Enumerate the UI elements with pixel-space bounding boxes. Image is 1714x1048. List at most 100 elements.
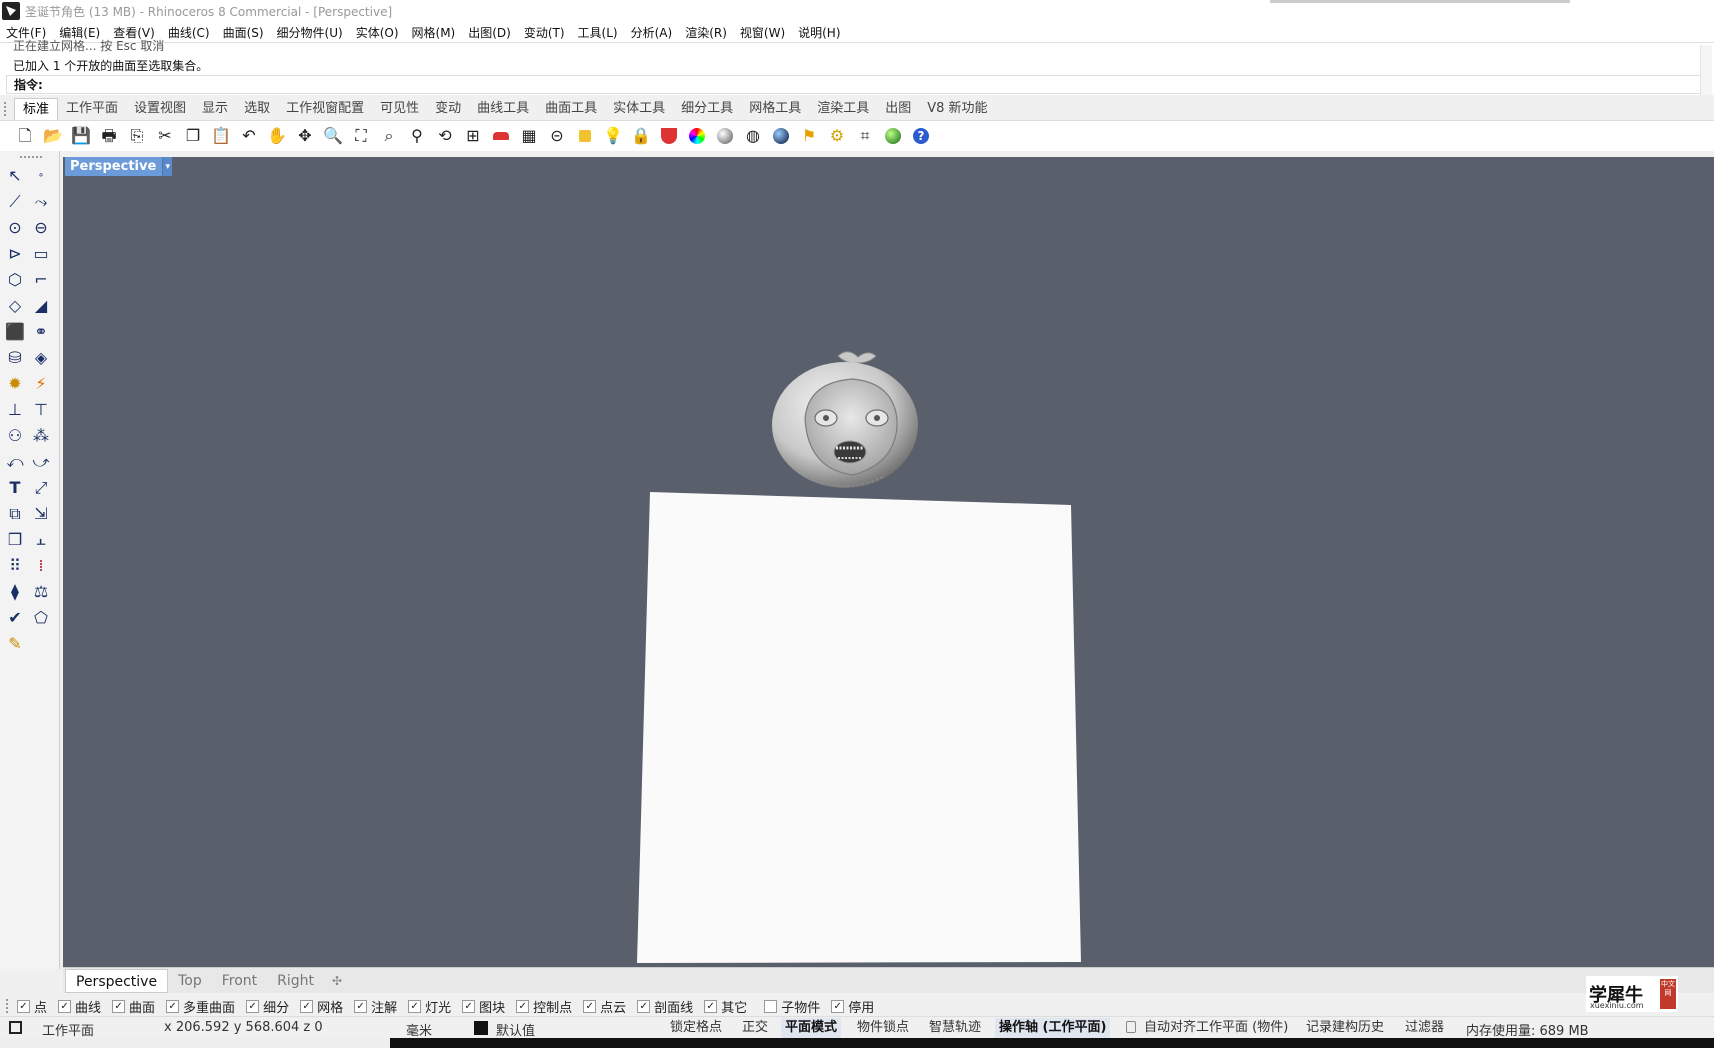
object-properties-icon[interactable] [574, 125, 596, 147]
rectangle-icon[interactable]: ▭ [30, 243, 52, 265]
left-toolbar-grip[interactable] [20, 156, 42, 159]
box-icon[interactable]: ⬛ [4, 321, 26, 343]
help-icon[interactable]: ? [910, 125, 932, 147]
status-units[interactable]: 毫米 [406, 1020, 432, 1039]
globe-icon[interactable] [882, 125, 904, 147]
solid-box-icon[interactable]: ❒ [4, 529, 26, 551]
osnap-hatch[interactable]: ✓ 剖面线 [637, 997, 693, 1016]
options-gear-icon[interactable]: ⚙ [826, 125, 848, 147]
tab-curve-tools[interactable]: 曲线工具 [469, 98, 537, 120]
osnap-point[interactable]: ✓ 点 [17, 997, 47, 1016]
point-icon[interactable]: ∘ [30, 165, 52, 187]
osnap-annotation[interactable]: ✓ 注解 [354, 997, 397, 1016]
tab-standard[interactable]: 标准 [14, 98, 59, 120]
menu-render[interactable]: 渲染(R) [685, 24, 727, 41]
color-wheel-icon[interactable] [686, 125, 708, 147]
new-icon[interactable]: 🗋 [14, 125, 36, 147]
planar-button[interactable]: 平面模式 [781, 1018, 842, 1038]
tab-display[interactable]: 显示 [194, 98, 236, 120]
split-icon[interactable]: ⊤ [30, 399, 52, 421]
snap-grid-icon[interactable]: ⌗ [854, 125, 876, 147]
menu-surface[interactable]: 曲面(S) [223, 24, 264, 41]
grid-snap-button[interactable]: 锁定格点 [666, 1018, 726, 1038]
checkbox[interactable]: ✓ [58, 999, 72, 1013]
viewport-title-tab[interactable]: Perspective ▾ [65, 157, 173, 176]
pan-icon[interactable]: ✋ [266, 125, 288, 147]
tab-mesh-tools[interactable]: 网格工具 [741, 98, 809, 120]
menu-subd[interactable]: 细分物件(U) [277, 24, 343, 41]
tab-solid-tools[interactable]: 实体工具 [605, 98, 673, 120]
print-icon[interactable]: 🖶 [98, 125, 120, 147]
group-icon[interactable]: ⁂ [30, 425, 52, 447]
arc-icon[interactable]: ⊳ [4, 243, 26, 265]
layer-color-swatch[interactable] [474, 1021, 488, 1035]
tab-surface-tools[interactable]: 曲面工具 [537, 98, 605, 120]
osnap-other[interactable]: ✓ 其它 [704, 997, 747, 1016]
polyline-icon[interactable]: ⟋ [4, 191, 26, 213]
perspective-viewport[interactable]: Perspective ▾ [63, 157, 1714, 967]
ellipse-icon[interactable]: ⊖ [30, 217, 52, 239]
curve-from-object-icon[interactable]: ⁞ [30, 555, 52, 577]
trim-icon[interactable]: ⊥ [4, 399, 26, 421]
add-viewport-tab-icon[interactable]: ✣ [332, 974, 342, 988]
transform-icon[interactable]: ⇲ [30, 503, 52, 525]
text-icon[interactable]: T [4, 477, 26, 499]
four-viewports-icon[interactable]: ⊞ [462, 125, 484, 147]
render-sphere-icon[interactable] [770, 125, 792, 147]
cut-icon[interactable]: ✂ [154, 125, 176, 147]
layer-icon[interactable] [658, 125, 680, 147]
osnap-control-point[interactable]: ✓ 控制点 [516, 997, 572, 1016]
menu-transform[interactable]: 变动(T) [524, 24, 565, 41]
osnap-curve[interactable]: ✓ 曲线 [58, 997, 101, 1016]
match-properties-icon[interactable]: ✎ [4, 633, 26, 655]
checkbox[interactable]: ✓ [516, 999, 530, 1013]
fillet-curve-icon[interactable]: ⌐ [30, 269, 52, 291]
join-icon[interactable]: ⚇ [4, 425, 26, 447]
undo-icon[interactable]: ↶ [238, 125, 260, 147]
polygon-icon[interactable]: ⬡ [4, 269, 26, 291]
spheres-icon[interactable]: ⚭ [30, 321, 52, 343]
checkbox[interactable]: ✓ [166, 999, 180, 1013]
checkbox[interactable]: ✓ [583, 999, 597, 1013]
lock-icon[interactable] [1126, 1021, 1136, 1033]
select-arrow-icon[interactable]: ↖ [4, 165, 26, 187]
rhino-app-icon[interactable] [2, 2, 20, 20]
checkbox[interactable]: ✓ [246, 999, 260, 1013]
tab-transform[interactable]: 变动 [427, 98, 469, 120]
command-input[interactable] [46, 77, 1647, 92]
osnap-disable[interactable]: ✓ 停用 [831, 997, 874, 1016]
array-grid-icon[interactable]: ⠿ [4, 555, 26, 577]
rebuild-icon[interactable]: ⬠ [30, 607, 52, 629]
dimension-icon[interactable]: ⤢ [30, 477, 52, 499]
explode-icon[interactable]: ✹ [4, 373, 26, 395]
menu-help[interactable]: 说明(H) [798, 24, 840, 41]
checkbox[interactable]: ✓ [354, 999, 368, 1013]
offset-icon[interactable]: ⤻ [30, 451, 52, 473]
surface-corners-icon[interactable]: ◇ [4, 295, 26, 317]
curve-cv-icon[interactable]: ⤳ [30, 191, 52, 213]
checkbox[interactable]: ✓ [408, 999, 422, 1013]
toolbar-grip[interactable] [4, 102, 7, 116]
light-icon[interactable]: 💡 [602, 125, 624, 147]
zoom-selected-icon[interactable]: ⚲ [406, 125, 428, 147]
zoom-dynamic-icon[interactable]: 🔍 [322, 125, 344, 147]
gumball-button[interactable]: 操作轴 (工作平面) [995, 1018, 1111, 1038]
osnap-surface[interactable]: ✓ 曲面 [112, 997, 155, 1016]
auto-cplane-button[interactable]: 自动对齐工作平面 (物件) [1140, 1018, 1292, 1038]
checkbox[interactable] [764, 999, 778, 1013]
checkbox[interactable]: ✓ [17, 999, 30, 1013]
tab-cplanes[interactable]: 工作平面 [58, 98, 126, 120]
tab-select[interactable]: 选取 [236, 98, 278, 120]
status-layer[interactable]: 默认值 [496, 1020, 535, 1039]
check-icon[interactable]: ✔ [4, 607, 26, 629]
layout-icon[interactable]: ▦ [518, 125, 540, 147]
ortho-button[interactable]: 正交 [738, 1018, 772, 1038]
checkbox[interactable]: ✓ [704, 999, 718, 1013]
viewport-menu-chevron-down-icon[interactable]: ▾ [162, 157, 173, 176]
tab-drafting[interactable]: 出图 [877, 98, 919, 120]
open-icon[interactable]: 📂 [42, 125, 64, 147]
tab-set-view[interactable]: 设置视图 [126, 98, 194, 120]
paste-icon[interactable]: 📋 [210, 125, 232, 147]
circle-icon[interactable]: ⊙ [4, 217, 26, 239]
zoom-extents-icon[interactable]: ⌕ [378, 125, 400, 147]
